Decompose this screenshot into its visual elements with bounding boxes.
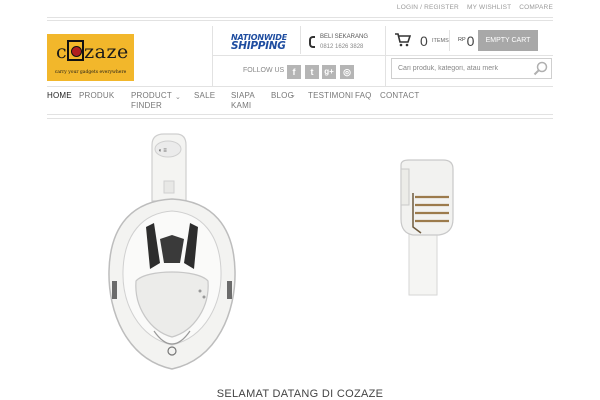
follow-us-label: FOLLOW US	[243, 67, 285, 74]
twitter-icon[interactable]: t	[305, 65, 319, 79]
wishlist-link[interactable]: MY WISHLIST	[467, 4, 511, 11]
contact-label: BELI SEKARANG	[320, 34, 369, 40]
compare-link[interactable]: COMPARE	[519, 4, 553, 11]
login-register-link[interactable]: LOGIN / REGISTER	[397, 4, 459, 11]
header-divider	[385, 55, 553, 56]
nav-sale[interactable]: SALE	[194, 91, 215, 101]
phone-icon	[309, 36, 315, 48]
header-divider	[212, 26, 213, 86]
contact-phone[interactable]: 0812 1626 3828	[320, 44, 363, 50]
top-links: LOGIN / REGISTER MY WISHLIST COMPARE	[391, 4, 553, 11]
header-top-divider-2	[47, 20, 553, 21]
snorkel-tube-image[interactable]	[399, 159, 457, 297]
empty-cart-button[interactable]: EMPTY CART	[478, 30, 538, 51]
nav-top-divider	[47, 86, 553, 87]
logo-wordmark: c zaze	[56, 40, 129, 63]
nav-contact[interactable]: CONTACT	[380, 91, 419, 101]
nav-produk[interactable]: PRODUK	[79, 91, 114, 101]
header-divider	[300, 26, 301, 54]
header-divider	[212, 55, 385, 56]
google-plus-icon[interactable]: g+	[322, 65, 336, 79]
cart-items-label: ITEMS	[432, 38, 449, 44]
nav-home[interactable]: HOME	[47, 91, 72, 101]
nationwide-shipping-badge: NATIONWIDE SHIPPING	[231, 33, 287, 52]
nav-faq[interactable]: FAQ	[355, 91, 372, 101]
header-divider	[385, 26, 386, 86]
facebook-icon[interactable]: f	[287, 65, 301, 79]
cart-total: RP0	[458, 33, 475, 49]
welcome-heading: SELAMAT DATANG DI COZAZE	[216, 388, 384, 400]
chevron-down-icon: ⌄	[290, 92, 296, 99]
cart-icon[interactable]	[395, 33, 411, 47]
search-input[interactable]	[391, 58, 552, 79]
nav-bottom-divider-2	[47, 118, 553, 119]
nav-testimoni[interactable]: TESTIMONI	[308, 91, 353, 101]
header-divider	[449, 30, 450, 51]
chevron-down-icon: ⌄	[175, 94, 181, 101]
header-top-divider	[47, 17, 553, 18]
nav-product-finder[interactable]: PRODUCT FINDER	[131, 91, 172, 111]
instagram-icon[interactable]: ◎	[340, 65, 354, 79]
search-icon[interactable]	[533, 61, 548, 76]
nav-bottom-divider	[47, 114, 553, 115]
nav-siapa-kami[interactable]: SIAPA KAMI	[231, 91, 255, 111]
logo-tagline: carry your gadgets everywhere	[54, 70, 127, 75]
cart-item-count: 0	[420, 33, 428, 49]
site-logo[interactable]: c zaze carry your gadgets everywhere	[47, 34, 134, 81]
snorkel-mask-image[interactable]: ◖ ≡	[106, 131, 238, 373]
svg-text:◖ ≡: ◖ ≡	[158, 148, 167, 154]
